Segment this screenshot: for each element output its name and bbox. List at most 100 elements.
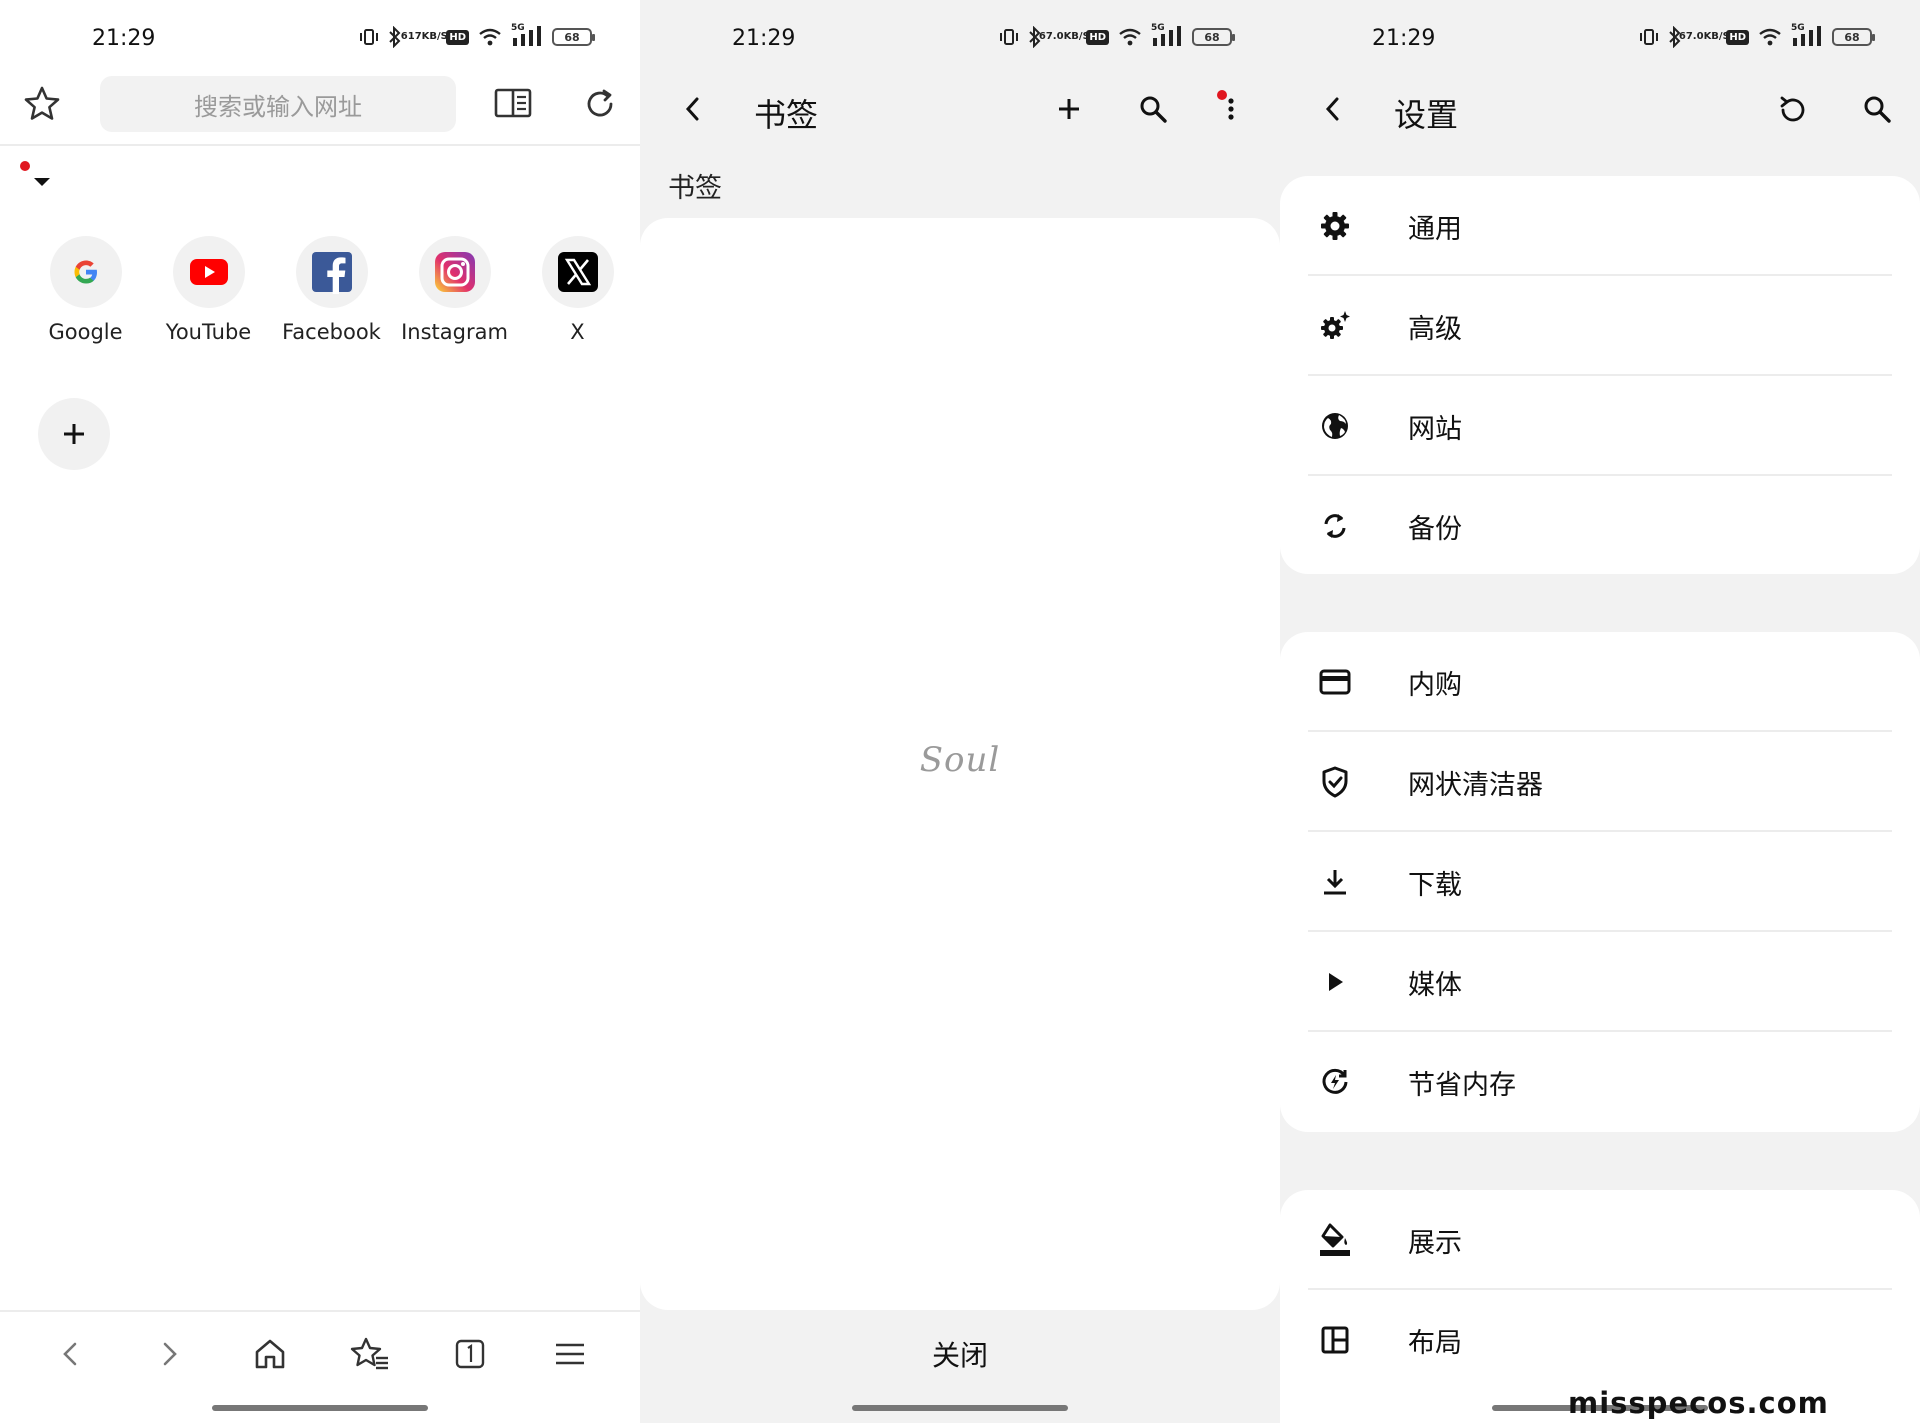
- settings-item-label: 网站: [1408, 413, 1462, 445]
- net-speed-value: 617: [400, 31, 422, 42]
- settings-panel: 21:29 67.0 KB/S HD 5G 68 设置 通用 高级 网站 备份 …: [1280, 0, 1920, 1423]
- bookmark-list-icon: [350, 1337, 388, 1370]
- add-shortcut-button[interactable]: [38, 398, 110, 470]
- bookmarks-button[interactable]: [340, 1324, 400, 1384]
- home-icon: [255, 1339, 285, 1369]
- settings-item-backup[interactable]: 备份: [1280, 476, 1920, 576]
- settings-item-web-cleaner[interactable]: 网状清洁器: [1280, 732, 1920, 832]
- hd-badge: HD: [446, 29, 469, 45]
- shortcut-instagram[interactable]: Instagram: [393, 236, 516, 344]
- bookmarks-appbar: 书签: [640, 76, 1280, 146]
- search-input[interactable]: 搜索或输入网址: [100, 76, 456, 132]
- reload-icon[interactable]: [582, 86, 618, 126]
- hd-badge: HD: [1726, 29, 1749, 45]
- vibrate-icon: [1639, 27, 1659, 47]
- chevron-right-icon: [163, 1342, 177, 1366]
- search-icon: [1864, 96, 1891, 123]
- settings-item-label: 高级: [1408, 313, 1462, 345]
- shield-check-icon: [1318, 765, 1352, 799]
- shortcut-google[interactable]: Google: [24, 236, 147, 344]
- reset-button[interactable]: [1776, 94, 1808, 130]
- more-button[interactable]: [1225, 94, 1237, 128]
- forward-nav-button[interactable]: [140, 1324, 200, 1384]
- search-icon: [1140, 96, 1167, 123]
- home-button[interactable]: [240, 1324, 300, 1384]
- hamburger-icon: [556, 1343, 584, 1365]
- credit-card-icon: [1318, 665, 1352, 699]
- paint-bucket-icon: [1318, 1223, 1352, 1257]
- cellular-signal-icon: 5G: [1791, 23, 1823, 48]
- shortcut-youtube[interactable]: YouTube: [147, 236, 270, 344]
- settings-item-purchases[interactable]: 内购: [1280, 632, 1920, 732]
- play-icon: [1318, 965, 1352, 999]
- back-nav-button[interactable]: [40, 1324, 100, 1384]
- settings-item-label: 下载: [1408, 869, 1462, 901]
- close-button[interactable]: 关闭: [640, 1334, 1280, 1374]
- layout-icon: [1318, 1323, 1352, 1357]
- soul-logo: Soul: [919, 740, 1001, 780]
- settings-item-label: 展示: [1408, 1227, 1462, 1259]
- shortcut-label: Google: [48, 320, 123, 344]
- settings-item-label: 布局: [1408, 1327, 1462, 1359]
- tabs-button[interactable]: [440, 1324, 500, 1384]
- status-time: 21:29: [92, 26, 156, 51]
- settings-item-media[interactable]: 媒体: [1280, 932, 1920, 1032]
- plus-icon: [1059, 99, 1079, 119]
- watermark: misspecos.com: [1568, 1386, 1829, 1420]
- settings-appbar: 设置: [1280, 76, 1920, 146]
- settings-item-display[interactable]: 展示: [1280, 1190, 1920, 1290]
- vibrate-icon: [359, 27, 379, 47]
- tab-count-icon: [455, 1339, 485, 1369]
- reader-mode-icon[interactable]: [494, 88, 532, 122]
- wifi-icon: [1118, 27, 1142, 47]
- shortcut-grid: Google YouTube Facebook Instagram X: [24, 236, 639, 344]
- page-title: 设置: [1394, 96, 1459, 134]
- gesture-bar[interactable]: [212, 1405, 428, 1411]
- bottom-nav: [0, 1310, 640, 1396]
- battery-icon: 68: [1832, 28, 1875, 46]
- settings-item-layout[interactable]: 布局: [1280, 1290, 1920, 1390]
- google-icon: [49, 236, 122, 308]
- breadcrumb: 书签: [668, 173, 722, 204]
- settings-item-label: 通用: [1408, 213, 1462, 245]
- settings-item-label: 媒体: [1408, 969, 1462, 1001]
- bookmark-star-icon[interactable]: [22, 84, 62, 128]
- shortcut-label: YouTube: [165, 320, 252, 344]
- status-icons: 617 KB/S HD 5G 68: [359, 23, 595, 48]
- chevron-left-icon: [685, 97, 699, 121]
- status-icons: 67.0 KB/S HD 5G 68: [999, 23, 1235, 48]
- settings-item-memory-saver[interactable]: 节省内存: [1280, 1032, 1920, 1132]
- shortcut-x[interactable]: X: [516, 236, 639, 344]
- wifi-icon: [1758, 27, 1782, 47]
- shortcut-facebook[interactable]: Facebook: [270, 236, 393, 344]
- gear-icon: [1318, 209, 1352, 243]
- settings-item-downloads[interactable]: 下载: [1280, 832, 1920, 932]
- search-button[interactable]: [1138, 94, 1168, 128]
- net-speed: 617 KB/S: [401, 32, 448, 42]
- back-button[interactable]: [680, 94, 706, 128]
- settings-item-general[interactable]: 通用: [1280, 176, 1920, 276]
- search-button[interactable]: [1862, 94, 1892, 128]
- sync-icon: [1318, 509, 1352, 543]
- net-speed: 67.0 KB/S: [1039, 32, 1090, 42]
- add-bookmark-button[interactable]: [1054, 94, 1084, 128]
- settings-item-advanced[interactable]: 高级: [1280, 276, 1920, 376]
- net-speed: 67.0 KB/S: [1679, 32, 1730, 42]
- youtube-icon: [172, 236, 245, 308]
- back-button[interactable]: [1320, 94, 1346, 128]
- menu-button[interactable]: [540, 1324, 600, 1384]
- net-speed-value: 67.0: [1038, 31, 1064, 42]
- settings-item-label: 节省内存: [1408, 1069, 1516, 1101]
- settings-group-features: 内购 网状清洁器 下载 媒体 节省内存: [1280, 632, 1920, 1132]
- hd-badge: HD: [1086, 29, 1109, 45]
- settings-item-sites[interactable]: 网站: [1280, 376, 1920, 476]
- net-speed-value: 67.0: [1678, 31, 1704, 42]
- browser-start-panel: 21:29 617 KB/S HD 5G 68 搜索或输入网址 Google Y…: [0, 0, 640, 1423]
- gesture-bar[interactable]: [852, 1405, 1068, 1411]
- shortcut-label: X: [570, 320, 585, 344]
- cellular-signal-icon: 5G: [511, 23, 543, 48]
- notification-dot: [1217, 90, 1227, 100]
- status-bar: 21:29 617 KB/S HD 5G 68: [0, 0, 640, 80]
- chevron-down-icon[interactable]: [34, 178, 50, 186]
- vibrate-icon: [999, 27, 1019, 47]
